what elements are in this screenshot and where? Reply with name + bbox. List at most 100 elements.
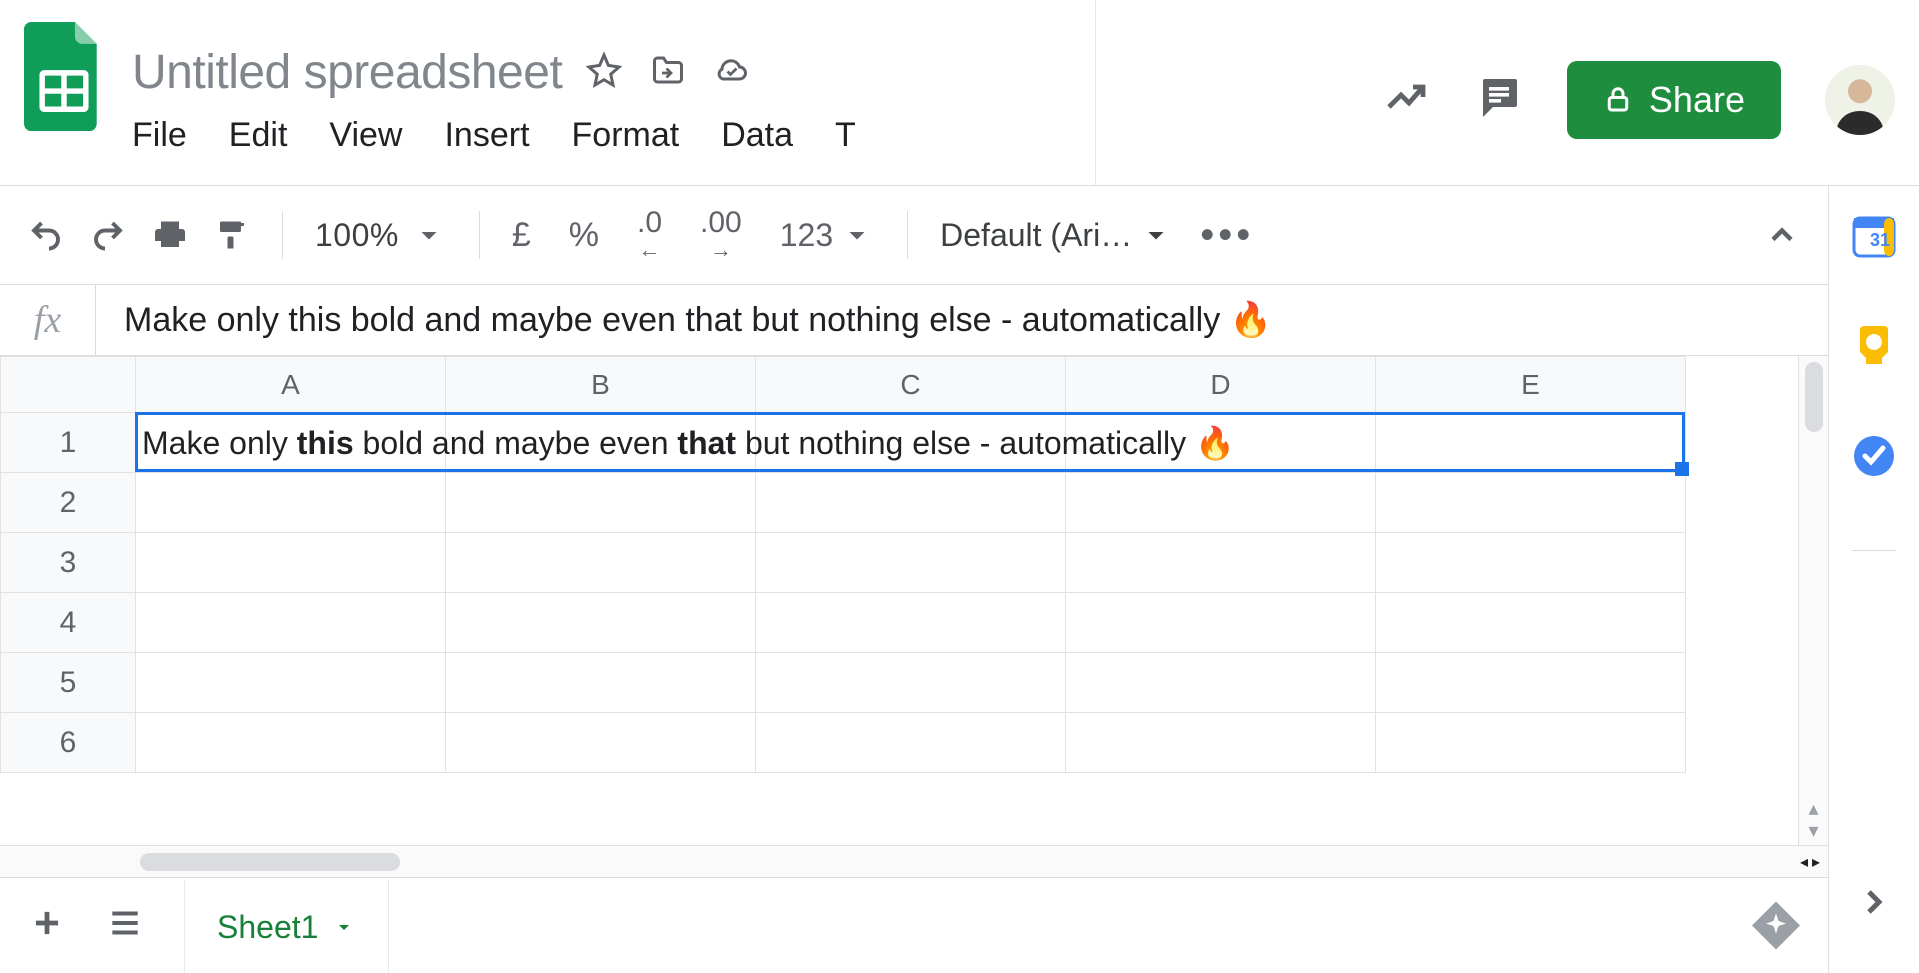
redo-button[interactable] <box>90 217 126 253</box>
tasks-icon[interactable] <box>1848 430 1900 482</box>
sheet-tab-active[interactable]: Sheet1 <box>184 878 389 973</box>
cell-C3[interactable] <box>756 533 1066 593</box>
formula-bar: fx Make only this bold and maybe even th… <box>0 284 1828 356</box>
arrow-left-icon: ← <box>639 241 661 259</box>
cell-E6[interactable] <box>1376 713 1686 773</box>
fx-icon[interactable]: fx <box>0 285 96 355</box>
chevron-down-icon[interactable] <box>332 915 356 939</box>
menu-truncated[interactable]: T <box>835 116 856 155</box>
col-header-C[interactable]: C <box>756 357 1066 413</box>
collapse-toolbar-button[interactable] <box>1764 217 1800 253</box>
menu-bar: File Edit View Insert Format Data T <box>132 116 856 155</box>
cell-E3[interactable] <box>1376 533 1686 593</box>
row-header-3[interactable]: 3 <box>1 533 136 593</box>
add-sheet-button[interactable] <box>28 904 66 947</box>
format-percent-button[interactable]: % <box>569 216 599 255</box>
cell-D3[interactable] <box>1066 533 1376 593</box>
share-label: Share <box>1649 79 1745 121</box>
scroll-down-icon[interactable]: ▾ <box>1808 821 1818 841</box>
cell-A3[interactable] <box>136 533 446 593</box>
all-sheets-button[interactable] <box>106 904 144 947</box>
font-select[interactable]: Default (Ari… <box>940 217 1174 254</box>
menu-file[interactable]: File <box>132 116 187 155</box>
header-divider <box>1095 0 1096 185</box>
zoom-select[interactable]: 100% <box>315 217 447 254</box>
keep-icon[interactable] <box>1848 320 1900 372</box>
star-icon[interactable] <box>586 52 622 93</box>
app-header: Untitled spreadsheet File Edit View Inse… <box>0 0 1919 185</box>
scroll-right-icon[interactable]: ▸ <box>1812 852 1820 872</box>
cell-A2[interactable] <box>136 473 446 533</box>
row-header-5[interactable]: 5 <box>1 653 136 713</box>
vertical-scrollbar[interactable]: ▴▾ <box>1798 356 1828 845</box>
cloud-status-icon[interactable] <box>714 52 750 93</box>
cell-D2[interactable] <box>1066 473 1376 533</box>
col-header-D[interactable]: D <box>1066 357 1376 413</box>
explore-button[interactable] <box>1752 902 1800 950</box>
decrease-decimal-button[interactable]: .0 ← <box>637 211 662 259</box>
scroll-up-icon[interactable]: ▴ <box>1808 799 1818 819</box>
paint-format-button[interactable] <box>214 217 250 253</box>
cell-B6[interactable] <box>446 713 756 773</box>
select-all-corner[interactable] <box>1 357 136 413</box>
format-currency-button[interactable]: £ <box>512 216 531 255</box>
row-header-1[interactable]: 1 <box>1 413 136 473</box>
arrow-right-icon: → <box>710 241 732 259</box>
cell-D6[interactable] <box>1066 713 1376 773</box>
row-header-6[interactable]: 6 <box>1 713 136 773</box>
cell-C2[interactable] <box>756 473 1066 533</box>
sidepanel-separator <box>1852 550 1896 551</box>
cell-C5[interactable] <box>756 653 1066 713</box>
cell-B4[interactable] <box>446 593 756 653</box>
cell-B3[interactable] <box>446 533 756 593</box>
more-formats-button[interactable]: 123 <box>780 217 875 254</box>
cell-B5[interactable] <box>446 653 756 713</box>
chevron-down-icon <box>839 217 875 253</box>
sheet-tab-label: Sheet1 <box>217 909 318 946</box>
cell-C6[interactable] <box>756 713 1066 773</box>
col-header-A[interactable]: A <box>136 357 446 413</box>
row-header-4[interactable]: 4 <box>1 593 136 653</box>
cell-B1[interactable] <box>446 413 756 473</box>
cell-B2[interactable] <box>446 473 756 533</box>
menu-insert[interactable]: Insert <box>444 116 529 155</box>
cell-D4[interactable] <box>1066 593 1376 653</box>
comments-icon[interactable] <box>1475 73 1523 126</box>
toolbar: 100% £ % .0 ← .00 → 123 <box>0 186 1828 284</box>
hide-sidepanel-button[interactable] <box>1854 882 1894 927</box>
document-title[interactable]: Untitled spreadsheet <box>132 45 562 100</box>
menu-format[interactable]: Format <box>572 116 680 155</box>
sheet-tab-bar: Sheet1 <box>0 877 1828 973</box>
scroll-left-icon[interactable]: ◂ <box>1800 852 1808 872</box>
menu-data[interactable]: Data <box>721 116 793 155</box>
cell-D5[interactable] <box>1066 653 1376 713</box>
print-button[interactable] <box>152 217 188 253</box>
undo-button[interactable] <box>28 217 64 253</box>
cell-E4[interactable] <box>1376 593 1686 653</box>
cell-D1[interactable] <box>1066 413 1376 473</box>
cell-A6[interactable] <box>136 713 446 773</box>
sheets-logo[interactable] <box>24 22 104 132</box>
share-button[interactable]: Share <box>1567 61 1781 139</box>
account-avatar[interactable] <box>1825 65 1895 135</box>
cell-C4[interactable] <box>756 593 1066 653</box>
horizontal-scrollbar[interactable]: ◂▸ <box>0 845 1828 877</box>
col-header-B[interactable]: B <box>446 357 756 413</box>
cell-E2[interactable] <box>1376 473 1686 533</box>
col-header-E[interactable]: E <box>1376 357 1686 413</box>
calendar-icon[interactable]: 31 <box>1848 210 1900 262</box>
menu-view[interactable]: View <box>329 116 402 155</box>
move-folder-icon[interactable] <box>650 52 686 93</box>
cell-E1[interactable] <box>1376 413 1686 473</box>
formula-input[interactable]: Make only this bold and maybe even that … <box>96 300 1272 340</box>
cell-A5[interactable] <box>136 653 446 713</box>
cell-C1[interactable] <box>756 413 1066 473</box>
cell-A4[interactable] <box>136 593 446 653</box>
svg-text:31: 31 <box>1870 230 1890 250</box>
trend-icon[interactable] <box>1383 73 1431 126</box>
menu-edit[interactable]: Edit <box>229 116 288 155</box>
cell-E5[interactable] <box>1376 653 1686 713</box>
cell-A1[interactable]: Make only this bold and maybe even that … <box>136 413 446 473</box>
increase-decimal-button[interactable]: .00 → <box>700 211 742 259</box>
row-header-2[interactable]: 2 <box>1 473 136 533</box>
